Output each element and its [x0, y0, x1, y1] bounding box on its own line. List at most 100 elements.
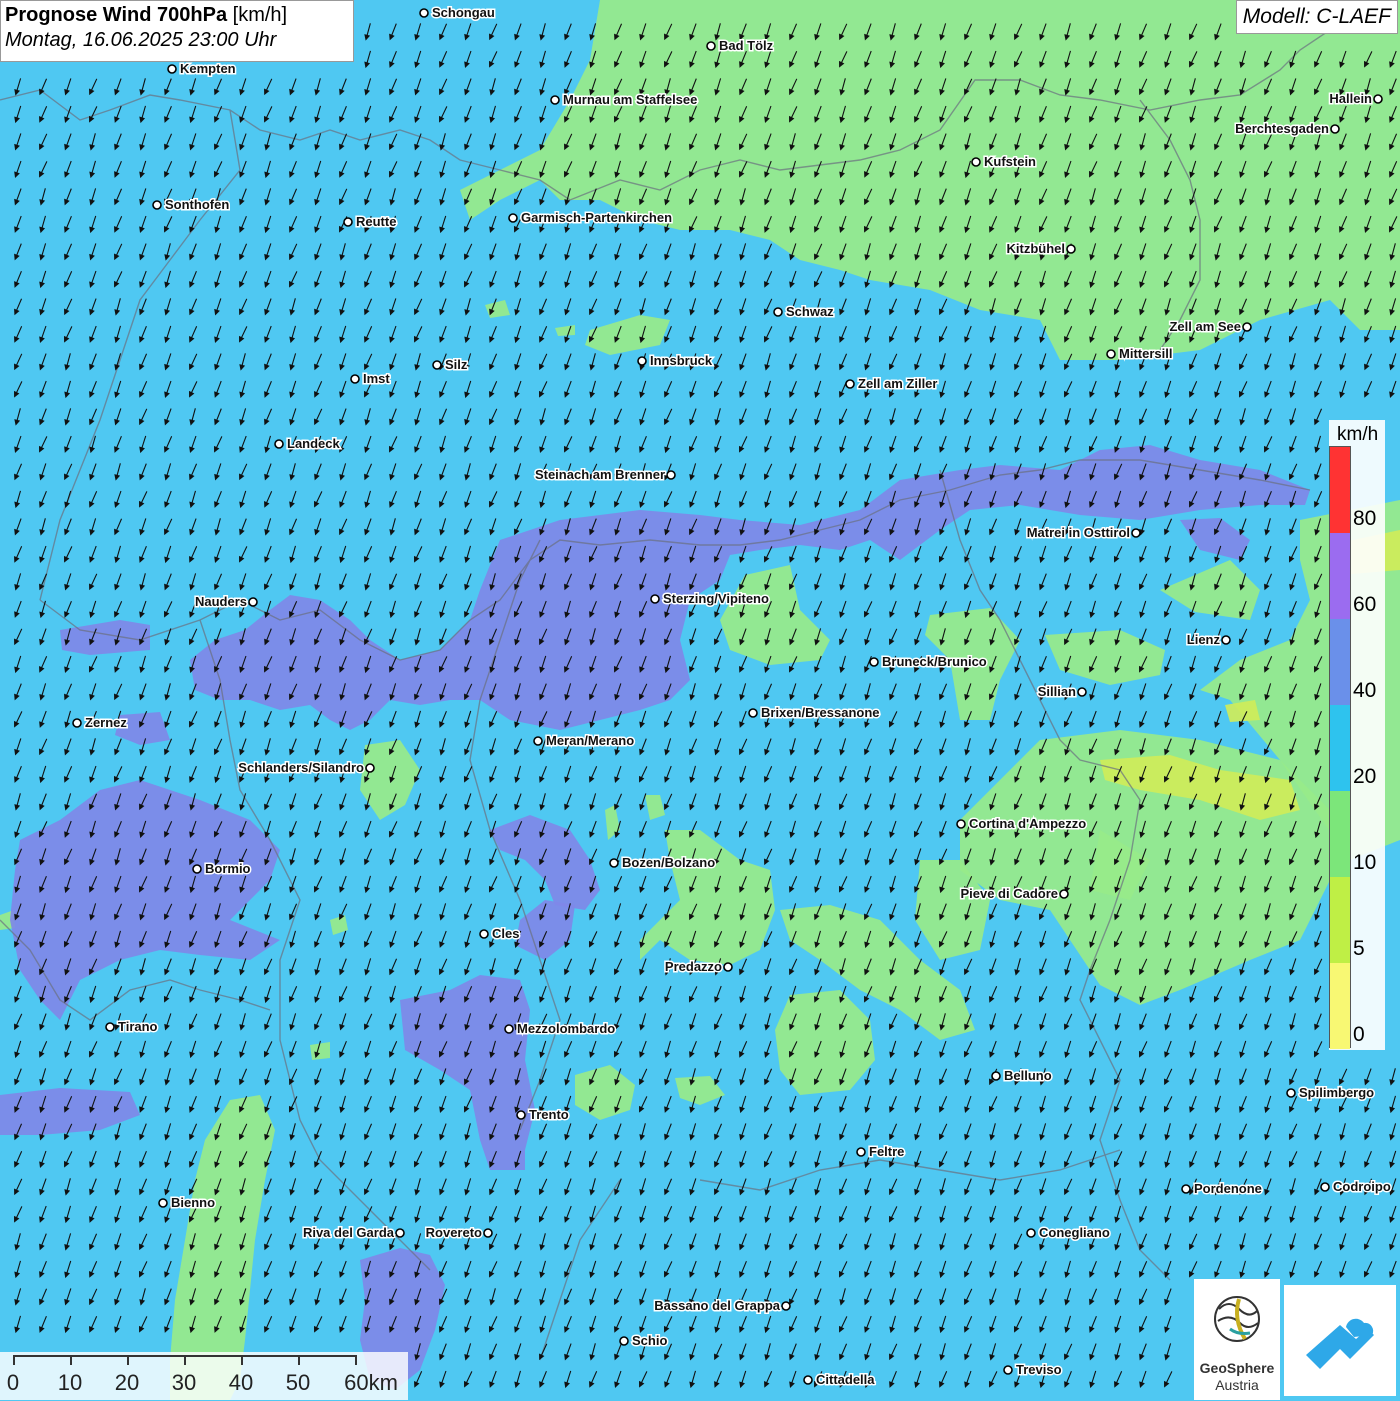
- city-marker: Zell am Ziller: [846, 376, 937, 391]
- geosphere-icon: [1194, 1279, 1280, 1359]
- city-label: Steinach am Brenner: [535, 467, 665, 482]
- city-label: Bormio: [205, 861, 251, 876]
- scale-label: 60km: [344, 1370, 398, 1396]
- city-dot: [782, 1302, 790, 1310]
- city-marker: Zell am See: [1169, 319, 1251, 334]
- map-title: Prognose Wind 700hPa [km/h]: [5, 4, 349, 27]
- legend-swatch: [1330, 705, 1350, 791]
- scale-label: 30: [172, 1370, 196, 1396]
- city-dot: [1182, 1185, 1190, 1193]
- title-bold: Prognose Wind 700hPa: [5, 4, 227, 26]
- city-label: Schlanders/Silandro: [238, 760, 364, 775]
- wind-map: SchongauBad TölzKemptenMurnau am Staffel…: [0, 0, 1400, 1400]
- city-label: Murnau am Staffelsee: [563, 92, 697, 107]
- city-dot: [509, 214, 517, 222]
- city-marker: Mezzolombardo: [505, 1021, 615, 1036]
- city-label: Reutte: [356, 214, 396, 229]
- scale-tick: [13, 1355, 15, 1365]
- city-marker: Conegliano: [1027, 1225, 1110, 1240]
- city-dot: [484, 1229, 492, 1237]
- legend-unit: km/h: [1337, 424, 1378, 446]
- city-marker: Garmisch-Partenkirchen: [509, 210, 672, 225]
- city-label: Sillian: [1038, 684, 1076, 699]
- scale-label: 20: [115, 1370, 139, 1396]
- city-label: Zell am See: [1169, 319, 1241, 334]
- city-label: Kempten: [180, 61, 236, 76]
- city-dot: [638, 357, 646, 365]
- geosphere-sub: Austria: [1194, 1377, 1280, 1393]
- city-label: Matrei in Osttirol: [1027, 525, 1130, 540]
- legend-swatch: [1330, 791, 1350, 877]
- city-dot: [551, 96, 559, 104]
- city-marker: Berchtesgaden: [1235, 121, 1339, 136]
- city-label: Sonthofen: [165, 197, 229, 212]
- scale-bar: 0102030405060km: [0, 1352, 408, 1400]
- scale-tick: [355, 1355, 357, 1365]
- legend-label: 10: [1353, 851, 1376, 875]
- city-label: Schongau: [432, 5, 495, 20]
- city-dot: [846, 380, 854, 388]
- city-dot: [1374, 95, 1382, 103]
- geosphere-name: GeoSphere: [1194, 1360, 1280, 1376]
- city-label: Sterzing/Vipiteno: [663, 591, 769, 606]
- legend-label: 60: [1353, 593, 1376, 617]
- city-label: Pieve di Cadore: [960, 886, 1058, 901]
- city-label: Cles: [492, 926, 519, 941]
- city-dot: [168, 65, 176, 73]
- forecast-datetime: Montag, 16.06.2025 23:00 Uhr: [5, 29, 349, 52]
- city-dot: [344, 218, 352, 226]
- city-label: Predazzo: [665, 959, 722, 974]
- city-dot: [396, 1229, 404, 1237]
- city-dot: [610, 859, 618, 867]
- city-marker: Brixen/Bressanone: [749, 705, 880, 720]
- city-label: Landeck: [287, 436, 341, 451]
- city-marker: Bassano del Grappa: [654, 1298, 790, 1313]
- city-dot: [992, 1072, 1000, 1080]
- city-label: Schwaz: [786, 304, 834, 319]
- city-dot: [534, 737, 542, 745]
- city-dot: [774, 308, 782, 316]
- city-label: Cittadella: [816, 1372, 875, 1387]
- city-marker: Bozen/Bolzano: [610, 855, 715, 870]
- city-dot: [724, 963, 732, 971]
- city-label: Innsbruck: [650, 353, 713, 368]
- model-label: Modell: C-LAEF: [1236, 0, 1398, 34]
- city-label: Nauders: [195, 594, 247, 609]
- city-dot: [1027, 1229, 1035, 1237]
- city-dot: [517, 1111, 525, 1119]
- city-marker: Meran/Merano: [534, 733, 634, 748]
- city-dot: [351, 375, 359, 383]
- city-dot: [366, 764, 374, 772]
- city-dot: [1222, 636, 1230, 644]
- city-label: Belluno: [1004, 1068, 1052, 1083]
- city-label: Zernez: [85, 715, 127, 730]
- app-logo[interactable]: [1284, 1285, 1396, 1396]
- city-label: Berchtesgaden: [1235, 121, 1329, 136]
- city-label: Pordenone: [1194, 1181, 1262, 1196]
- city-marker: Schongau: [420, 5, 495, 20]
- city-marker: Sonthofen: [153, 197, 229, 212]
- city-label: Spilimbergo: [1299, 1085, 1374, 1100]
- city-label: Conegliano: [1039, 1225, 1110, 1240]
- legend-label: 20: [1353, 765, 1376, 789]
- city-dot: [106, 1023, 114, 1031]
- city-label: Bozen/Bolzano: [622, 855, 715, 870]
- city-label: Tirano: [118, 1019, 158, 1034]
- scale-tick: [127, 1355, 129, 1365]
- city-dot: [153, 201, 161, 209]
- city-marker: Spilimbergo: [1287, 1085, 1374, 1100]
- city-label: Bruneck/Brunico: [882, 654, 987, 669]
- city-dot: [957, 820, 965, 828]
- city-label: Hallein: [1329, 91, 1372, 106]
- scale-tick: [70, 1355, 72, 1365]
- city-label: Bassano del Grappa: [654, 1298, 780, 1313]
- city-marker: Matrei in Osttirol: [1027, 525, 1140, 540]
- city-dot: [1004, 1366, 1012, 1374]
- city-label: Mezzolombardo: [517, 1021, 615, 1036]
- scale-label: 10: [58, 1370, 82, 1396]
- weather-app-icon: [1284, 1285, 1396, 1396]
- legend-label: 40: [1353, 679, 1376, 703]
- city-dot: [870, 658, 878, 666]
- city-dot: [651, 595, 659, 603]
- title-unit: [km/h]: [233, 4, 287, 26]
